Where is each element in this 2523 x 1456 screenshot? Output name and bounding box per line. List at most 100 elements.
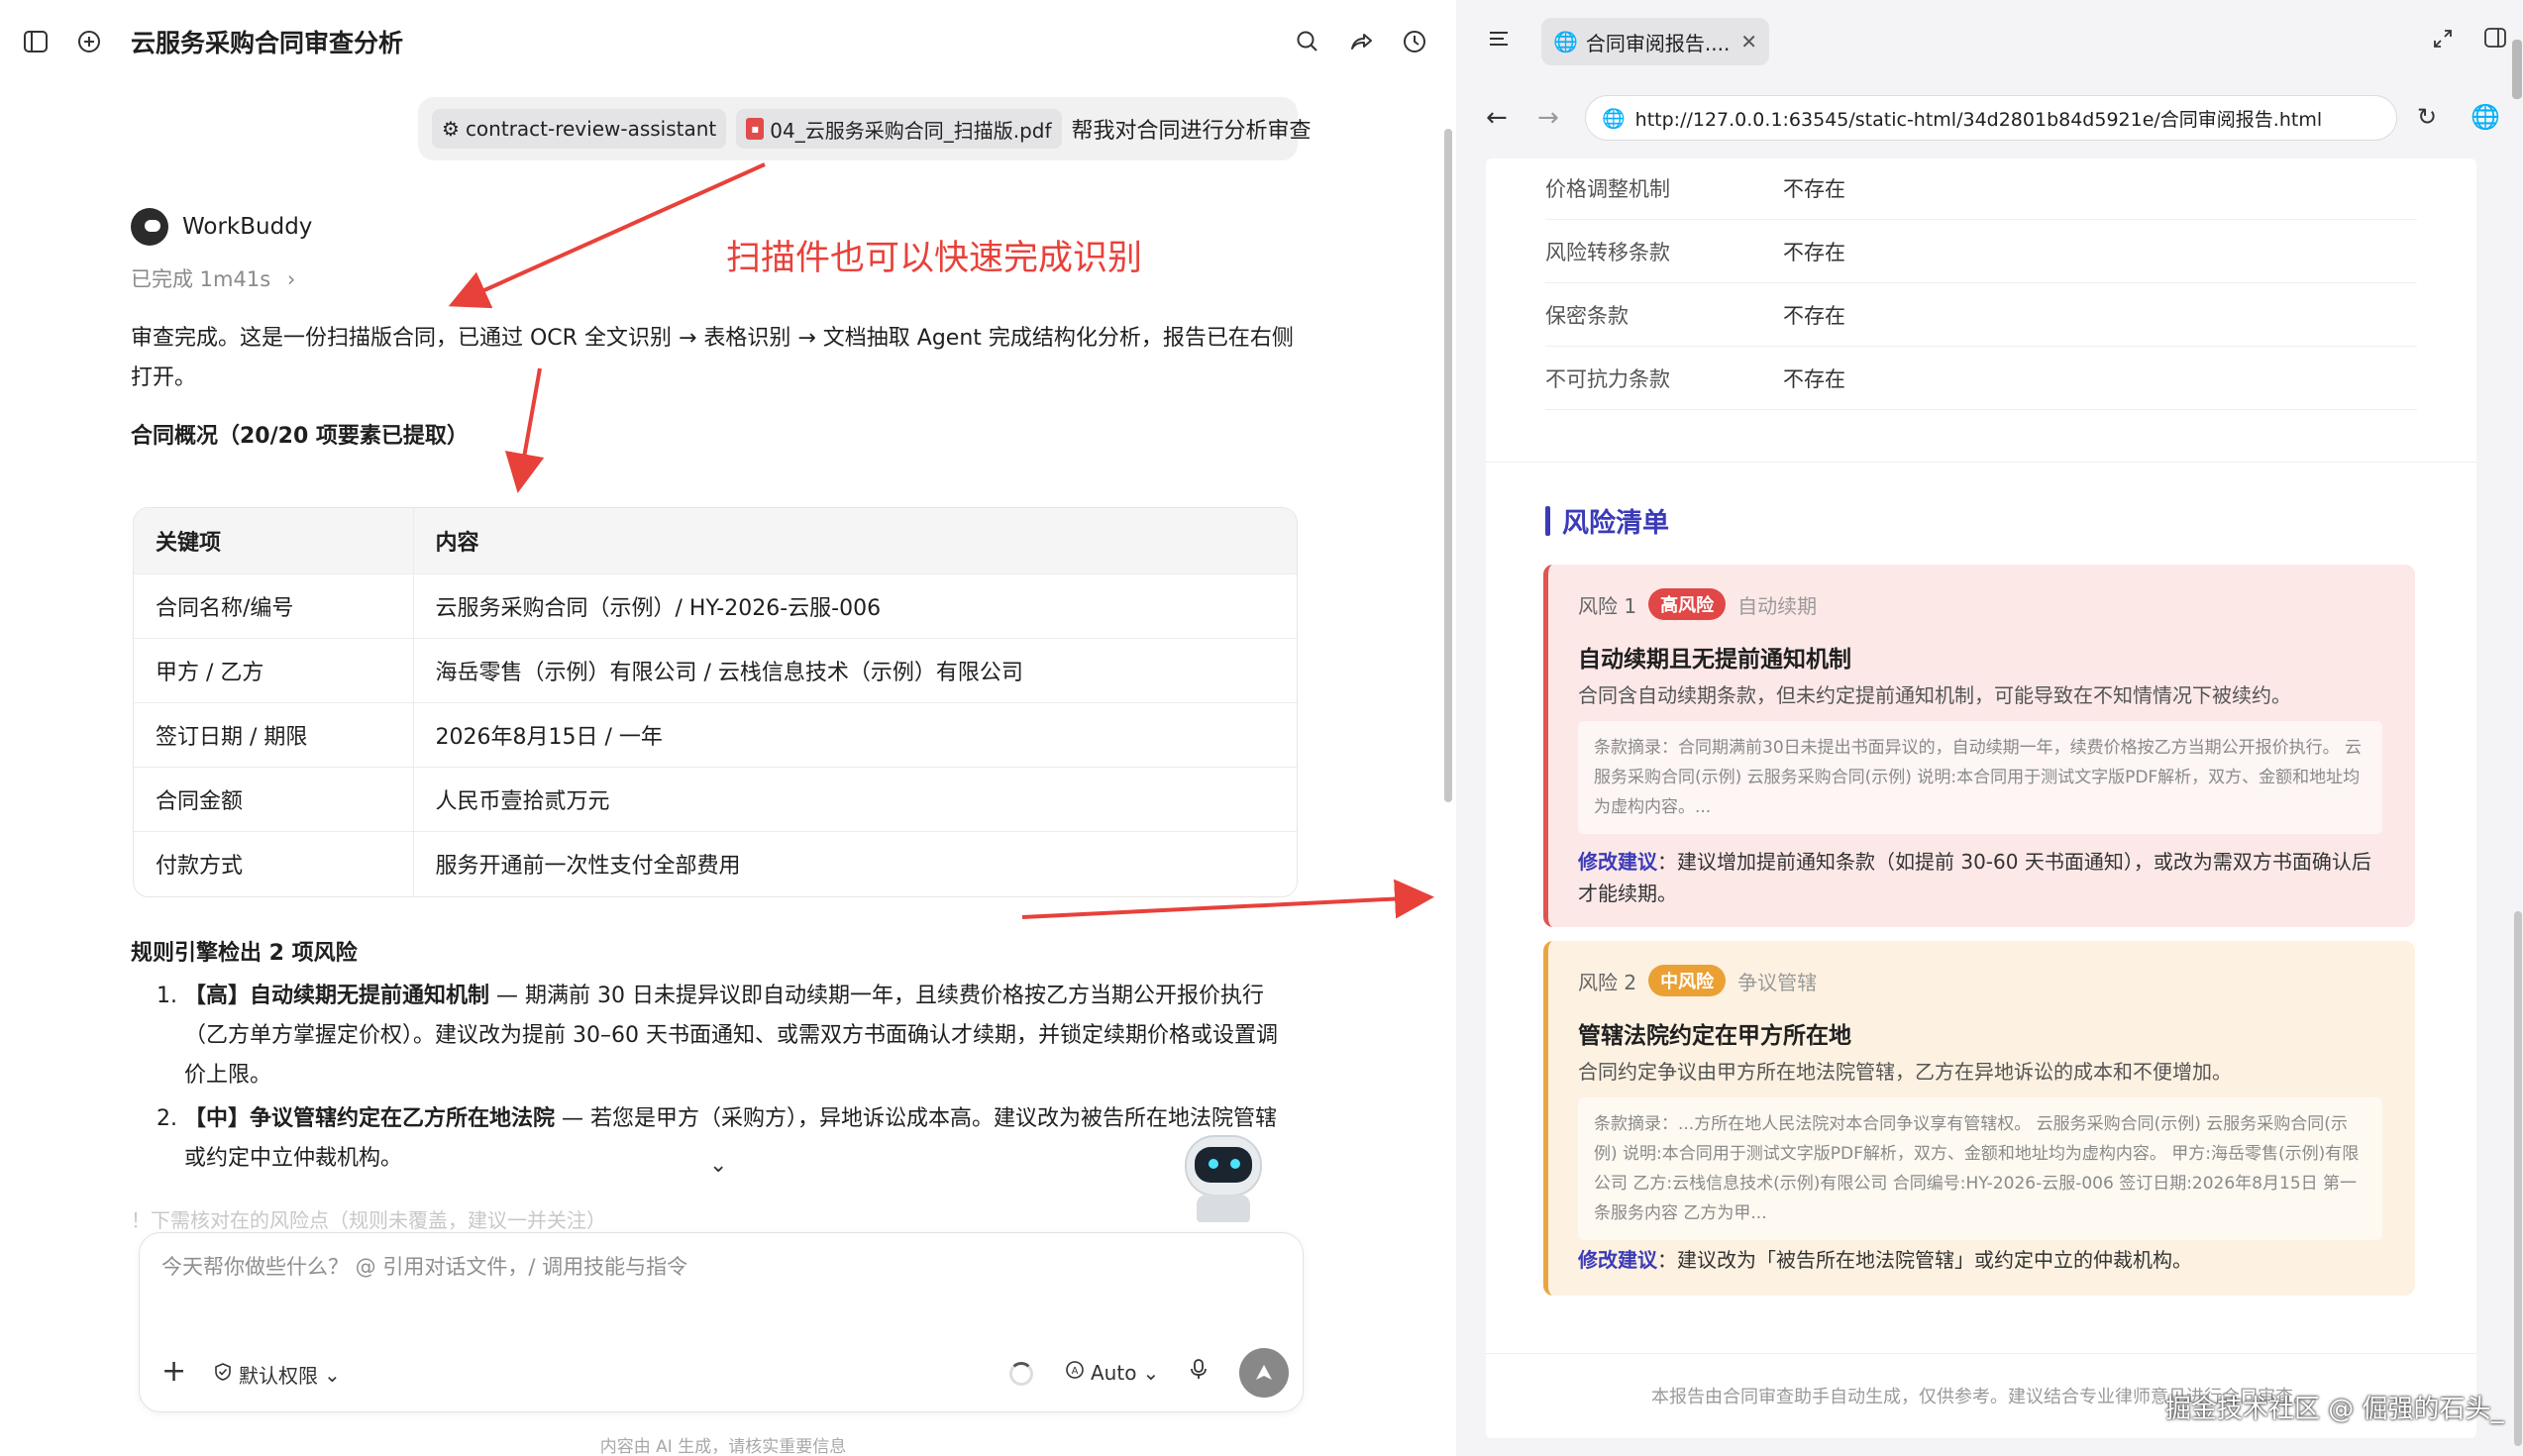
suggestion: 修改建议：建议改为「被告所在地法院管辖」或约定中立的仲裁机构。: [1578, 1244, 2390, 1276]
user-message: ⚙ contract-review-assistant ▪ 04_云服务采购合同…: [418, 97, 1312, 160]
panel-layout-icon[interactable]: [2483, 26, 2507, 55]
table-cell: 合同名称/编号: [134, 573, 414, 639]
table-cell: 甲方 / 乙方: [134, 638, 414, 703]
risk-list: 1. 【高】自动续期无提前通知机制 — 期满前 30 日未提异议即自动续期一年，…: [157, 977, 1296, 1183]
panel-divider[interactable]: [1456, 0, 1486, 1456]
summary-paragraph: 审查完成。这是一份扫描版合同，已通过 OCR 全文识别 → 表格识别 → 文档抽…: [131, 326, 1294, 390]
table-row: 合同名称/编号 云服务采购合同（示例）/ HY-2026-云服-006: [134, 573, 1297, 639]
page-title: 云服务采购合同审查分析: [131, 29, 404, 57]
table-row: 合同金额 人民币壹拾贰万元: [134, 767, 1297, 832]
overview-heading: 合同概况（20/20 项要素已提取）: [131, 424, 469, 449]
microphone-icon[interactable]: [1188, 1358, 1209, 1386]
table-row: 甲方 / 乙方 海岳零售（示例）有限公司 / 云栈信息技术（示例）有限公司: [134, 638, 1297, 703]
close-icon[interactable]: ✕: [1740, 30, 1757, 53]
kv-key: 风险转移条款: [1545, 240, 1670, 264]
chevron-down-icon[interactable]: ⌄: [709, 1153, 727, 1178]
permission-dropdown[interactable]: 默认权限 ⌄: [213, 1360, 341, 1389]
back-arrow-icon[interactable]: ←: [1486, 103, 1508, 133]
table-cell: 云服务采购合同（示例）/ HY-2026-云服-006: [413, 573, 1297, 639]
history-icon[interactable]: [1399, 26, 1430, 57]
mode-label: Auto: [1091, 1360, 1137, 1385]
reload-icon[interactable]: ↻: [2417, 103, 2437, 131]
risk-card-desc: 合同含自动续期条款，但未约定提前通知机制，可能导致在不知情情况下被续约。: [1578, 683, 2291, 707]
browser-scrollbar[interactable]: [2514, 911, 2522, 1446]
plus-icon[interactable]: +: [161, 1354, 186, 1389]
table-header-cell: 内容: [413, 508, 1297, 574]
kv-value: 不存在: [1783, 240, 1845, 264]
url-text: http://127.0.0.1:63545/static-html/34d28…: [1634, 108, 2323, 131]
agent-status[interactable]: 已完成 1m41s ›: [131, 263, 295, 293]
agent-name: WorkBuddy: [182, 214, 313, 240]
kv-key: 不可抗力条款: [1545, 366, 1670, 391]
file-chip[interactable]: ▪ 04_云服务采购合同_扫描版.pdf: [736, 109, 1062, 149]
list-item-body: 【高】自动续期无提前通知机制 — 期满前 30 日未提异议即自动续期一年，且续费…: [184, 977, 1296, 1095]
high-risk-badge: 高风险: [1648, 588, 1727, 620]
user-message-text: 帮我对合同进行分析审查: [1071, 119, 1312, 144]
table-cell: 2026年8月15日 / 一年: [413, 702, 1297, 768]
table-cell: 人民币壹拾贰万元: [413, 767, 1297, 832]
kv-key: 价格调整机制: [1545, 176, 1670, 201]
composer: 今天帮你做些什么？ @ 引用对话文件，/ 调用技能与指令 + 默认权限 ⌄ A …: [139, 1232, 1304, 1412]
risk-card-high: 风险 1 高风险 自动续期 自动续期且无提前通知机制 合同含自动续期条款，但未约…: [1543, 565, 2415, 927]
chevron-down-icon: ⌄: [324, 1362, 341, 1387]
table-row: 签订日期 / 期限 2026年8月15日 / 一年: [134, 702, 1297, 768]
kv-row: 风险转移条款 不存在: [1545, 220, 2417, 283]
mid-risk-badge: 中风险: [1648, 965, 1727, 996]
forward-arrow-icon[interactable]: →: [1537, 103, 1559, 133]
risk-label: 风险 2: [1578, 970, 1637, 994]
share-icon[interactable]: [1345, 26, 1377, 57]
kv-value: 不存在: [1783, 366, 1845, 391]
risk-label: 风险 1: [1578, 593, 1637, 618]
ai-disclaimer: 内容由 AI 生成，请核实重要信息: [599, 1437, 847, 1456]
file-chip-label: 04_云服务采购合同_扫描版.pdf: [770, 118, 1052, 143]
menu-icon[interactable]: [1486, 26, 1512, 58]
section-title: 风险清单: [1545, 501, 1669, 540]
risk-title: 【高】自动续期无提前通知机制: [184, 984, 490, 1008]
skill-chip-label: contract-review-assistant: [465, 117, 717, 141]
agent-status-text: 已完成 1m41s: [131, 267, 271, 291]
browser-tab[interactable]: 🌐 合同审阅报告.... ✕: [1541, 18, 1769, 65]
annotation-text: 扫描件也可以快速完成识别: [726, 239, 1143, 278]
chat-topbar: 云服务采购合同审查分析: [0, 0, 1456, 83]
risk-category: 争议管辖: [1737, 970, 1818, 994]
kv-row: 不可抗力条款 不存在: [1545, 347, 2417, 410]
search-icon[interactable]: [1292, 26, 1323, 57]
suggestion: 修改建议：建议增加提前通知条款（如提前 30-60 天书面通知），或改为需双方书…: [1578, 846, 2390, 909]
footer-divider: [1486, 1353, 2476, 1354]
kv-row: 价格调整机制 不存在: [1545, 158, 2417, 220]
shield-check-icon: [213, 1362, 233, 1387]
risk-card-title: 自动续期且无提前通知机制: [1578, 647, 1851, 673]
chat-scrollbar[interactable]: [1444, 129, 1452, 802]
risk-card-header: 风险 1 高风险 自动续期: [1578, 588, 1817, 620]
report-page: 价格调整机制 不存在 风险转移条款 不存在 保密条款 不存在 不可抗力条款 不存…: [1486, 158, 2476, 1438]
globe-icon: 🌐: [1553, 30, 1578, 53]
list-number: 1.: [157, 984, 177, 1008]
table-cell: 海岳零售（示例）有限公司 / 云栈信息技术（示例）有限公司: [413, 638, 1297, 703]
skill-icon: ⚙: [442, 117, 460, 141]
address-bar[interactable]: 🌐 http://127.0.0.1:63545/static-html/34d…: [1585, 95, 2397, 141]
skill-chip[interactable]: ⚙ contract-review-assistant: [432, 109, 727, 149]
section-accent-bar: [1545, 505, 1550, 536]
risk-card-mid: 风险 2 中风险 争议管辖 管辖法院约定在甲方所在地 合同约定争议由甲方所在地法…: [1543, 941, 2415, 1296]
browser-scrollbar-top[interactable]: [2512, 40, 2522, 99]
suggestion-text: ：建议改为「被告所在地法院管辖」或约定中立的仲裁机构。: [1657, 1248, 2192, 1272]
kv-value: 不存在: [1783, 176, 1845, 201]
message-input[interactable]: 今天帮你做些什么？ @ 引用对话文件，/ 调用技能与指令: [161, 1251, 687, 1281]
sidebar-toggle-icon[interactable]: [20, 26, 52, 57]
expand-icon[interactable]: [2432, 28, 2454, 55]
list-item: 1. 【高】自动续期无提前通知机制 — 期满前 30 日未提异议即自动续期一年，…: [157, 977, 1296, 1095]
table-header-row: 关键项 内容: [134, 508, 1297, 574]
section-divider: [1486, 462, 2476, 463]
browser-topbar: 🌐 合同审阅报告.... ✕: [1486, 0, 2523, 83]
chat-panel: 云服务采购合同审查分析 ⚙ contract-review-assistant …: [0, 0, 1456, 1456]
table-cell: 合同金额: [134, 767, 414, 832]
new-chat-icon[interactable]: [73, 26, 105, 57]
send-button[interactable]: [1239, 1348, 1289, 1398]
table-header-cell: 关键项: [134, 508, 414, 574]
globe-icon[interactable]: 🌐: [2470, 103, 2500, 131]
mode-dropdown[interactable]: A Auto ⌄: [1065, 1360, 1159, 1385]
agent-header: WorkBuddy: [131, 208, 312, 246]
table-row: 付款方式 服务开通前一次性支付全部费用: [134, 831, 1297, 895]
kv-key: 保密条款: [1545, 303, 1629, 328]
risk-heading: 规则引擎检出 2 项风险: [131, 941, 358, 966]
